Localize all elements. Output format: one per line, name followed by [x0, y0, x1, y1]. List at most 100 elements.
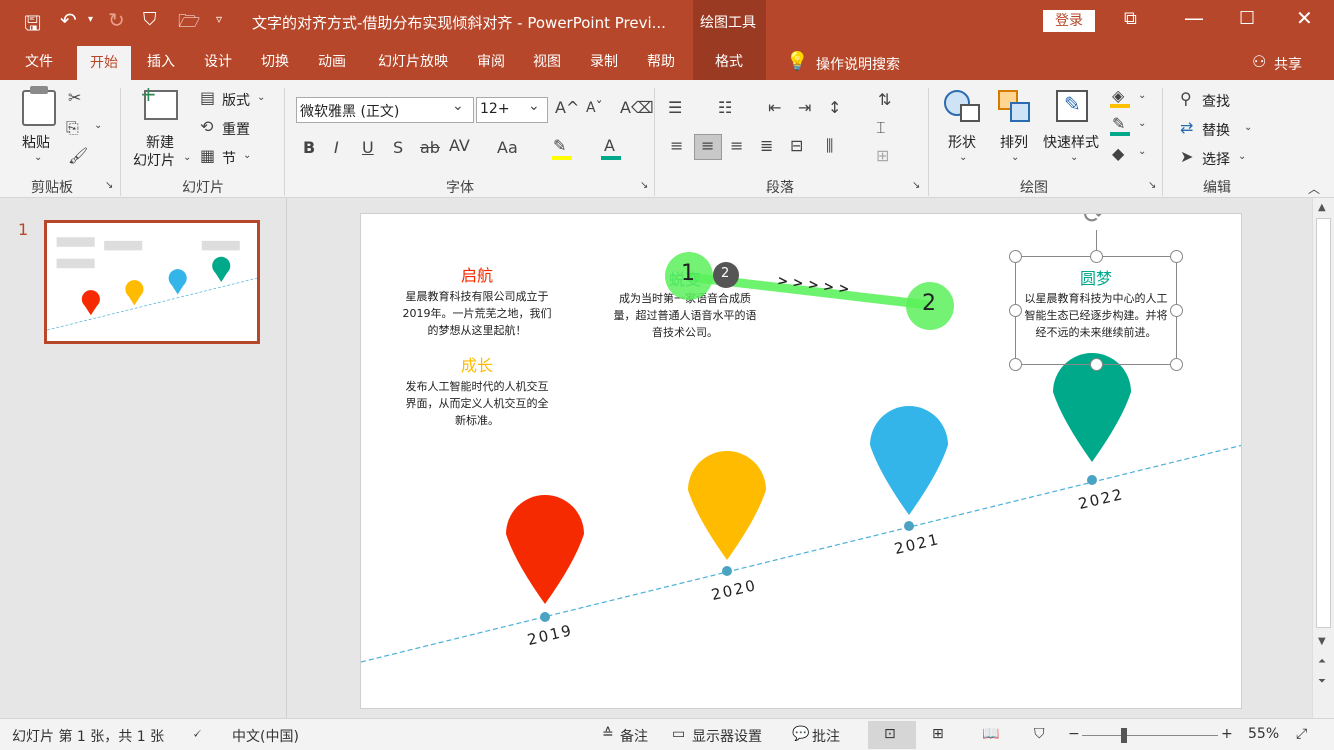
resize-handle-sw[interactable]	[1009, 358, 1022, 371]
present-icon[interactable]: ⛉	[143, 9, 157, 30]
drawing-launcher-icon[interactable]: ↘	[1148, 180, 1156, 191]
bullets-icon[interactable]: ☰	[668, 98, 682, 117]
new-slide-dropdown-icon[interactable]: ⌄	[183, 152, 191, 163]
quick-styles-button[interactable]: 快速样式	[1043, 132, 1099, 152]
share-button[interactable]: 共享	[1274, 54, 1302, 74]
strikethrough-icon[interactable]: ab	[420, 138, 440, 157]
collapse-ribbon-icon[interactable]: ︿	[1308, 180, 1320, 197]
pin-2020[interactable]	[688, 451, 766, 560]
block1-title[interactable]: 启航	[401, 262, 553, 286]
notes-button[interactable]: 备注	[620, 726, 648, 746]
block1-text[interactable]: 星晨教育科技有限公司成立于2019年。一片荒芜之地，我们的梦想从这里起航！	[401, 288, 553, 339]
timeline-dot[interactable]	[904, 521, 914, 531]
redo-icon[interactable]: ↻	[108, 8, 125, 32]
select-dropdown-icon[interactable]: ⌄	[1238, 151, 1246, 162]
format-painter-icon[interactable]: 🖌	[68, 146, 88, 165]
decrease-font-icon[interactable]: Aˇ	[586, 100, 603, 116]
shapes-dropdown-icon[interactable]: ⌄	[959, 152, 967, 163]
replace-button[interactable]: 替换	[1202, 120, 1230, 140]
clear-formatting-icon[interactable]: A⌫	[620, 98, 654, 117]
font-color-icon[interactable]: A	[604, 136, 615, 155]
timeline-dot[interactable]	[540, 612, 550, 622]
underline-icon[interactable]: U	[362, 138, 374, 157]
reset-button[interactable]: 重置	[222, 119, 250, 139]
font-size-dropdown-icon[interactable]: ⌄	[528, 98, 540, 114]
undo-icon[interactable]: ↶	[60, 8, 77, 32]
rotate-handle-icon[interactable]: ⟳	[1083, 214, 1105, 230]
select-button[interactable]: 选择	[1202, 149, 1230, 169]
arrange-button[interactable]: 排列	[1000, 132, 1028, 152]
distributed-icon[interactable]: ⊟	[790, 136, 803, 155]
login-button[interactable]: 登录	[1043, 10, 1095, 32]
replace-dropdown-icon[interactable]: ⌄	[1244, 122, 1252, 133]
block2-text[interactable]: 发布人工智能时代的人机交互界面，从而定义人机交互的全新标准。	[401, 378, 553, 429]
cut-icon[interactable]: ✂	[68, 88, 81, 107]
line-spacing-icon[interactable]: ↕	[828, 98, 841, 117]
scroll-down-icon[interactable]: ▼	[1318, 636, 1326, 647]
shape-outline-icon[interactable]: ✎	[1112, 114, 1125, 133]
slide-canvas[interactable]: 启航 星晨教育科技有限公司成立于2019年。一片荒芜之地，我们的梦想从这里起航！…	[360, 213, 1242, 709]
copy-icon[interactable]: ⎘	[66, 118, 79, 138]
zoom-out-icon[interactable]: −	[1068, 726, 1080, 742]
comments-button[interactable]: 批注	[812, 726, 840, 746]
shapes-button[interactable]: 形状	[948, 132, 976, 152]
scroll-thumb[interactable]	[1316, 218, 1331, 628]
tab-record[interactable]: 录制	[581, 42, 627, 80]
paste-button[interactable]: 粘贴	[22, 132, 50, 152]
section-icon[interactable]: ▦	[200, 146, 215, 165]
spelling-icon[interactable]: 🗸	[192, 726, 202, 742]
zoom-level[interactable]: 55%	[1248, 726, 1279, 742]
vertical-scrollbar[interactable]: ▲ ▼ ⏶ ⏷	[1312, 198, 1334, 718]
reset-icon[interactable]: ⟲	[200, 117, 213, 136]
open-folder-icon[interactable]: 🗁	[178, 9, 200, 39]
decrease-indent-icon[interactable]: ⇤	[768, 98, 781, 117]
find-icon[interactable]: ⚲	[1180, 89, 1192, 108]
previous-slide-icon[interactable]: ⏶	[1318, 656, 1326, 667]
resize-handle-s[interactable]	[1090, 358, 1103, 371]
increase-font-icon[interactable]: A^	[555, 98, 579, 117]
pin-2019[interactable]	[506, 495, 584, 604]
maximize-icon[interactable]: ☐	[1239, 8, 1255, 29]
tab-transitions[interactable]: 切换	[252, 42, 298, 80]
display-settings-button[interactable]: 显示器设置	[692, 726, 762, 746]
bold-icon[interactable]: B	[303, 138, 315, 157]
tab-home[interactable]: 开始	[77, 46, 131, 80]
tab-design[interactable]: 设计	[195, 42, 241, 80]
arrange-dropdown-icon[interactable]: ⌄	[1011, 152, 1019, 163]
tab-view[interactable]: 视图	[524, 42, 570, 80]
tab-slideshow[interactable]: 幻灯片放映	[370, 42, 456, 80]
numbering-icon[interactable]: ☷	[718, 98, 732, 117]
layout-icon[interactable]: ▤	[200, 88, 215, 107]
tab-file[interactable]: 文件	[14, 42, 64, 80]
tab-animations[interactable]: 动画	[309, 42, 355, 80]
new-slide-button-line2[interactable]: 幻灯片	[133, 150, 175, 170]
slide-thumbnail[interactable]	[44, 220, 260, 344]
resize-handle-w[interactable]	[1009, 304, 1022, 317]
comments-icon[interactable]: 💬	[792, 726, 809, 742]
tab-format[interactable]: 格式	[700, 42, 758, 80]
section-dropdown-icon[interactable]: ⌄	[243, 150, 251, 161]
timeline-dot[interactable]	[722, 566, 732, 576]
resize-handle-nw[interactable]	[1009, 250, 1022, 263]
clipboard-launcher-icon[interactable]: ↘	[105, 180, 113, 191]
resize-handle-n[interactable]	[1090, 250, 1103, 263]
save-icon[interactable]: 🖫	[24, 9, 41, 43]
shape-outline-dropdown-icon[interactable]: ⌄	[1138, 118, 1146, 129]
new-slide-button[interactable]: 新建	[146, 132, 174, 152]
tell-me-search[interactable]: 操作说明搜索	[816, 54, 900, 74]
scroll-up-icon[interactable]: ▲	[1318, 202, 1326, 213]
shape-fill-icon[interactable]: ◈	[1112, 86, 1124, 105]
section-button[interactable]: 节	[222, 148, 236, 168]
font-launcher-icon[interactable]: ↘	[640, 180, 648, 191]
layout-dropdown-icon[interactable]: ⌄	[257, 92, 265, 103]
tab-review[interactable]: 审阅	[468, 42, 514, 80]
zoom-slider-track[interactable]	[1082, 735, 1218, 736]
resize-handle-ne[interactable]	[1170, 250, 1183, 263]
next-slide-icon[interactable]: ⏷	[1318, 676, 1326, 687]
paragraph-launcher-icon[interactable]: ↘	[912, 180, 920, 191]
character-spacing-icon[interactable]: AV	[449, 136, 470, 155]
language-indicator[interactable]: 中文(中国)	[232, 726, 299, 746]
align-text-icon[interactable]: ⌶	[876, 118, 886, 138]
display-settings-icon[interactable]: ▭	[672, 726, 685, 742]
reading-view-icon[interactable]: 📖	[982, 726, 999, 742]
